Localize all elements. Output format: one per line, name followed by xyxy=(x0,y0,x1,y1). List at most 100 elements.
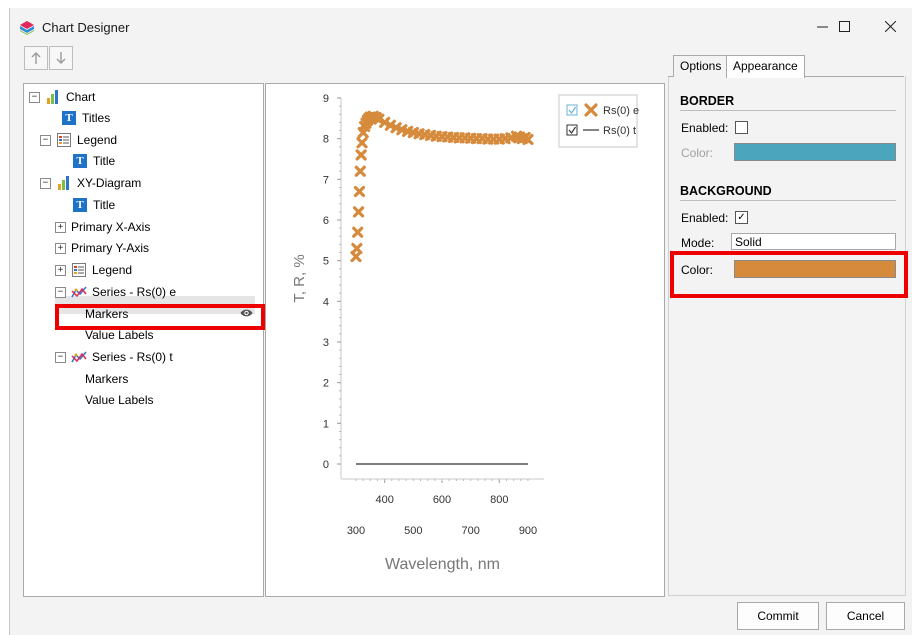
chart-preview[interactable]: 0 1 2 3 4 5 6 7 8 9 400 600 800 300 500 700 900 Wavelengt… xyxy=(266,84,664,594)
tree-item-legend[interactable]: − Legend xyxy=(40,131,117,149)
series-point-marker xyxy=(356,137,368,149)
tree-item-xy-title[interactable]: T Title xyxy=(72,196,115,214)
chart-designer-app-icon xyxy=(20,21,34,35)
tree-item-series-rs0t[interactable]: − Series - Rs(0) t xyxy=(55,348,173,366)
maximize-button[interactable] xyxy=(821,8,867,44)
legend-box xyxy=(558,94,638,148)
highlight-box-markers xyxy=(55,304,265,330)
collapse-icon[interactable]: − xyxy=(40,134,51,146)
background-enabled-checkbox[interactable]: ✓ xyxy=(735,211,748,224)
bar-chart-icon xyxy=(56,175,72,191)
close-window-button[interactable] xyxy=(867,8,912,44)
y-tick-label: 3 xyxy=(323,337,329,349)
tree-item-label: Value Labels xyxy=(85,328,154,342)
text-title-icon: T xyxy=(72,153,88,169)
arrow-down-icon xyxy=(56,52,66,64)
x-tick-label-lower: 300 xyxy=(347,525,365,537)
expand-icon[interactable]: + xyxy=(55,221,66,233)
background-mode-label: Mode: xyxy=(681,236,715,250)
y-tick-label: 6 xyxy=(323,215,329,227)
tree-item-series2-value-labels[interactable]: Value Labels xyxy=(85,391,154,409)
tree-item-series2-markers[interactable]: Markers xyxy=(85,370,128,388)
y-tick-label: 2 xyxy=(323,378,329,390)
tree-item-label: Primary Y-Axis xyxy=(71,241,150,255)
y-tick-label: 5 xyxy=(323,256,329,268)
x-tick-label-lower: 500 xyxy=(404,525,422,537)
x-axis-title: Wavelength, nm xyxy=(385,556,500,573)
tree-item-label: Legend xyxy=(77,133,118,147)
bar-chart-icon xyxy=(45,89,61,105)
series-point-marker xyxy=(354,165,366,177)
line-series-icon xyxy=(71,284,87,300)
expand-icon[interactable]: + xyxy=(55,264,66,276)
arrow-up-icon xyxy=(31,52,41,64)
background-divider xyxy=(680,200,896,201)
tree-item-label: Series - Rs(0) t xyxy=(92,350,173,364)
expand-icon[interactable]: + xyxy=(55,242,66,254)
legend-icon xyxy=(56,132,72,148)
series-point-marker xyxy=(351,242,363,255)
collapse-icon[interactable]: − xyxy=(55,286,66,298)
tree-item-series-rs0e[interactable]: − Series - Rs(0) e xyxy=(55,283,176,301)
tree-item-legend-title[interactable]: T Title xyxy=(72,152,115,170)
legend-entry-label: Rs(0) e xyxy=(603,105,639,117)
tree-item-xy-legend[interactable]: + Legend xyxy=(55,261,132,279)
tree-item-chart[interactable]: − Chart xyxy=(29,88,95,106)
highlight-box-background-color xyxy=(670,251,908,298)
series-point-marker xyxy=(353,185,366,198)
x-tick-label-lower: 700 xyxy=(461,525,479,537)
border-color-swatch[interactable] xyxy=(734,143,896,161)
move-down-button[interactable] xyxy=(49,46,73,70)
title-bar: Chart Designer xyxy=(10,8,912,46)
series-point-marker xyxy=(352,206,365,218)
border-enabled-checkbox[interactable] xyxy=(735,121,748,134)
y-tick-label: 8 xyxy=(323,134,329,146)
tab-options[interactable]: Options xyxy=(673,55,729,77)
y-tick-label: 4 xyxy=(323,296,329,308)
cancel-button[interactable]: Cancel xyxy=(826,602,905,630)
tree-item-label: Chart xyxy=(66,90,96,104)
maximize-icon xyxy=(838,20,850,32)
background-enabled-label: Enabled: xyxy=(681,211,729,225)
text-title-icon: T xyxy=(72,197,88,213)
tree-item-label: Primary X-Axis xyxy=(71,220,151,234)
background-heading: BACKGROUND xyxy=(680,184,772,198)
legend-icon xyxy=(71,262,87,278)
collapse-icon[interactable]: − xyxy=(40,177,51,189)
tree-item-label: Value Labels xyxy=(85,393,154,407)
tree-item-xy-diagram[interactable]: − XY-Diagram xyxy=(40,174,141,192)
border-enabled-label: Enabled: xyxy=(681,121,729,135)
collapse-icon[interactable]: − xyxy=(55,351,66,363)
border-divider xyxy=(680,110,896,111)
tree-item-label: Title xyxy=(93,198,116,212)
background-mode-select[interactable]: Solid xyxy=(731,233,896,250)
y-tick-label: 9 xyxy=(323,93,329,105)
tree-item-label: Title xyxy=(93,154,116,168)
y-tick-label: 0 xyxy=(323,459,329,471)
move-up-button[interactable] xyxy=(24,46,48,70)
series-point-marker xyxy=(352,226,364,238)
tree-item-primary-y-axis[interactable]: + Primary Y-Axis xyxy=(55,239,149,257)
x-tick-label: 400 xyxy=(375,494,393,506)
y-tick-label: 1 xyxy=(323,418,329,430)
tree-item-label: Titles xyxy=(82,111,111,125)
tab-appearance[interactable]: Appearance xyxy=(726,55,805,78)
tree-item-label: Legend xyxy=(92,263,133,277)
border-heading: BORDER xyxy=(680,94,735,108)
close-icon xyxy=(884,20,896,32)
y-axis-title: T, R, % xyxy=(291,254,308,302)
collapse-icon[interactable]: − xyxy=(29,91,40,103)
x-tick-label-lower: 900 xyxy=(519,525,537,537)
border-color-label: Color: xyxy=(681,146,714,160)
line-series-icon xyxy=(71,349,87,365)
tree-item-primary-x-axis[interactable]: + Primary X-Axis xyxy=(55,218,150,236)
series-point-marker xyxy=(355,149,367,161)
tree-item-label: XY-Diagram xyxy=(77,176,142,190)
tree-item-titles[interactable]: T Titles xyxy=(61,109,110,127)
legend-checkbox xyxy=(566,124,578,136)
legend-checkbox xyxy=(566,104,578,116)
commit-button[interactable]: Commit xyxy=(737,602,819,630)
x-tick-label: 600 xyxy=(433,494,451,506)
text-title-icon: T xyxy=(61,110,77,126)
tree-item-label: Series - Rs(0) e xyxy=(92,285,177,299)
